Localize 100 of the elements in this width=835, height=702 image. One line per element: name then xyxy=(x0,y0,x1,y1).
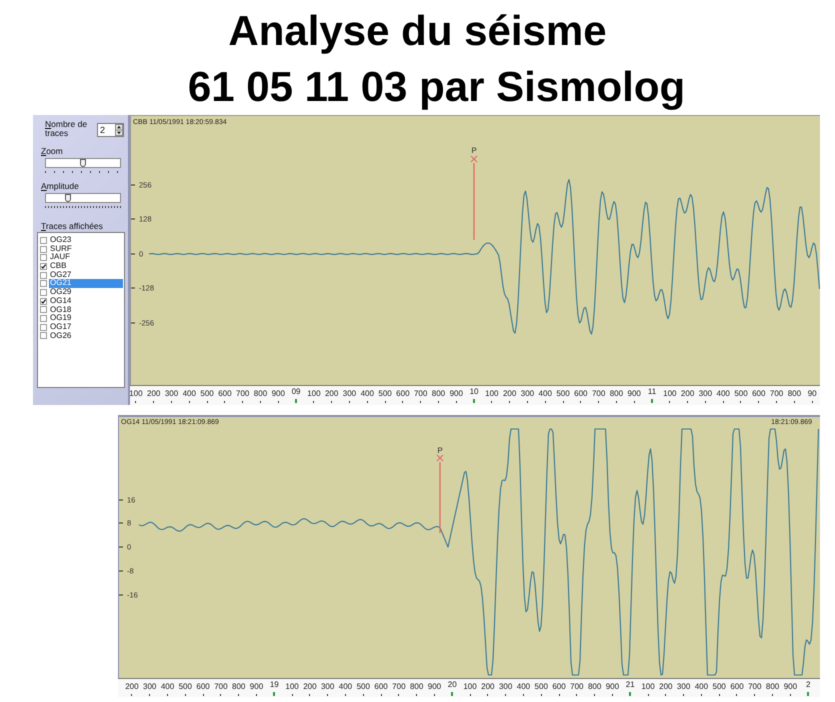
zoom-slider[interactable] xyxy=(45,158,121,168)
number-spinner[interactable]: 2 xyxy=(97,123,124,137)
checkbox[interactable] xyxy=(40,262,47,270)
trace-item[interactable]: OG27 xyxy=(49,270,123,280)
x-tick-label: 100 xyxy=(482,386,501,403)
x-tick-label: 500 xyxy=(532,679,550,696)
x-tick-label: 400 xyxy=(692,679,710,696)
x-tick-label: 200 xyxy=(500,386,519,403)
x-tick-label: 600 xyxy=(728,679,746,696)
amplitude-slider[interactable] xyxy=(45,193,121,203)
amplitude-label: Amplitude xyxy=(41,182,80,191)
checkbox[interactable] xyxy=(40,324,47,331)
x-tick-label: 900 xyxy=(447,386,466,403)
x-tick-label: 200 xyxy=(322,386,341,403)
trace-item[interactable]: OG29 xyxy=(49,288,123,297)
checkbox[interactable] xyxy=(40,298,47,305)
checkbox[interactable] xyxy=(40,280,47,288)
trace-item[interactable]: OG14 xyxy=(49,296,123,306)
x-tick-label: 300 xyxy=(318,679,337,696)
trace-item[interactable]: OG18 xyxy=(49,306,123,314)
tick-mark xyxy=(118,522,124,524)
x-tick-label: 900 xyxy=(248,679,266,696)
x-tick-label: 300 xyxy=(674,679,692,696)
x-tick-label: 300 xyxy=(518,386,536,403)
x-tick-label: 100 xyxy=(304,386,323,403)
x-tick-label: 900 xyxy=(269,386,288,403)
x-tick-label: 20 xyxy=(443,679,462,696)
trace-item[interactable]: CBB xyxy=(49,262,123,271)
x-tick-label: 600 xyxy=(394,386,412,403)
checkbox[interactable] xyxy=(40,332,47,340)
x-tick-label: 300 xyxy=(162,386,180,403)
x-tick-label: 600 xyxy=(572,386,590,403)
tick-mark xyxy=(118,570,124,572)
checkbox[interactable] xyxy=(40,272,47,279)
x-tick-label: 900 xyxy=(625,386,644,403)
x-tick-label: 10 xyxy=(465,386,483,403)
checkbox[interactable] xyxy=(40,246,47,253)
checkbox[interactable] xyxy=(40,236,47,244)
x-tick-label: 200 xyxy=(478,679,497,696)
checkbox[interactable] xyxy=(40,306,47,314)
tick-mark xyxy=(118,546,124,548)
x-tick-label: 900 xyxy=(781,679,800,696)
x-tick-label: 21 xyxy=(621,679,640,696)
trace-item[interactable]: OG23 xyxy=(49,236,123,245)
x-tick-label: 700 xyxy=(212,679,230,696)
tick-mark xyxy=(130,322,136,324)
slide-title: 61 05 11 03 par Sismolog xyxy=(188,62,686,112)
spin-arrows-icon[interactable] xyxy=(115,124,123,136)
trace-item[interactable]: OG19 xyxy=(49,314,123,323)
x-tick-label: 100 xyxy=(127,386,145,403)
x-tick-label: 700 xyxy=(768,386,786,403)
traces-count-label: Nombre de traces xyxy=(45,120,88,138)
trace-item[interactable]: SURF xyxy=(49,244,123,254)
slider-thumb[interactable] xyxy=(65,194,72,202)
x-tick-label: 200 xyxy=(144,386,163,403)
x-tick-label: 800 xyxy=(764,679,782,696)
pick-line xyxy=(439,462,441,533)
x-tick-label: 500 xyxy=(732,386,750,403)
x-tick-label: 200 xyxy=(300,679,319,696)
x-tick-label: 200 xyxy=(123,679,141,696)
x-tick-label: 400 xyxy=(180,386,198,403)
x-tick-label: 90 xyxy=(803,386,822,403)
x-tick-label: 400 xyxy=(336,679,354,696)
x-tick-label: 500 xyxy=(176,679,194,696)
x-tick-label: 200 xyxy=(656,679,675,696)
x-tick-label: 19 xyxy=(265,679,284,696)
x-tick-label: 11 xyxy=(643,386,661,403)
x-tick-label: 600 xyxy=(372,679,390,696)
checkbox[interactable] xyxy=(40,254,47,262)
slide-title: Analyse du séisme xyxy=(228,6,607,56)
x-tick-label: 600 xyxy=(550,679,568,696)
x-tick-label: 100 xyxy=(639,679,657,696)
checkbox[interactable] xyxy=(40,315,47,322)
x-tick-label: 600 xyxy=(194,679,212,696)
x-tick-label: 400 xyxy=(536,386,554,403)
x-tick-label: 100 xyxy=(660,386,679,403)
pick-label: P xyxy=(471,146,477,155)
slider-thumb[interactable] xyxy=(80,159,86,167)
trace-item[interactable]: OG17 xyxy=(49,322,123,332)
x-tick-label: 500 xyxy=(554,386,572,403)
x-tick-label: 2 xyxy=(799,679,818,696)
x-tick-label: 800 xyxy=(252,386,270,403)
trace-item[interactable]: OG26 xyxy=(49,332,123,340)
pick-label: P xyxy=(437,446,443,455)
x-tick-label: 700 xyxy=(590,386,608,403)
x-tick-label: 300 xyxy=(496,679,515,696)
zoom-label: Zoom xyxy=(41,147,64,156)
x-tick-label: 400 xyxy=(714,386,732,403)
x-tick-label: 300 xyxy=(340,386,358,403)
x-tick-label: 700 xyxy=(390,679,408,696)
x-tick-label: 900 xyxy=(426,679,444,696)
checkbox[interactable] xyxy=(40,288,47,296)
x-tick-label: 09 xyxy=(287,386,305,403)
trace-item[interactable]: JAUF xyxy=(49,253,123,262)
x-tick-label: 800 xyxy=(586,679,604,696)
x-tick-label: 500 xyxy=(354,679,372,696)
x-tick-label: 800 xyxy=(430,386,448,403)
x-tick-label: 700 xyxy=(746,679,764,696)
x-tick-label: 600 xyxy=(216,386,234,403)
traces-label: Traces affichées xyxy=(41,222,104,231)
